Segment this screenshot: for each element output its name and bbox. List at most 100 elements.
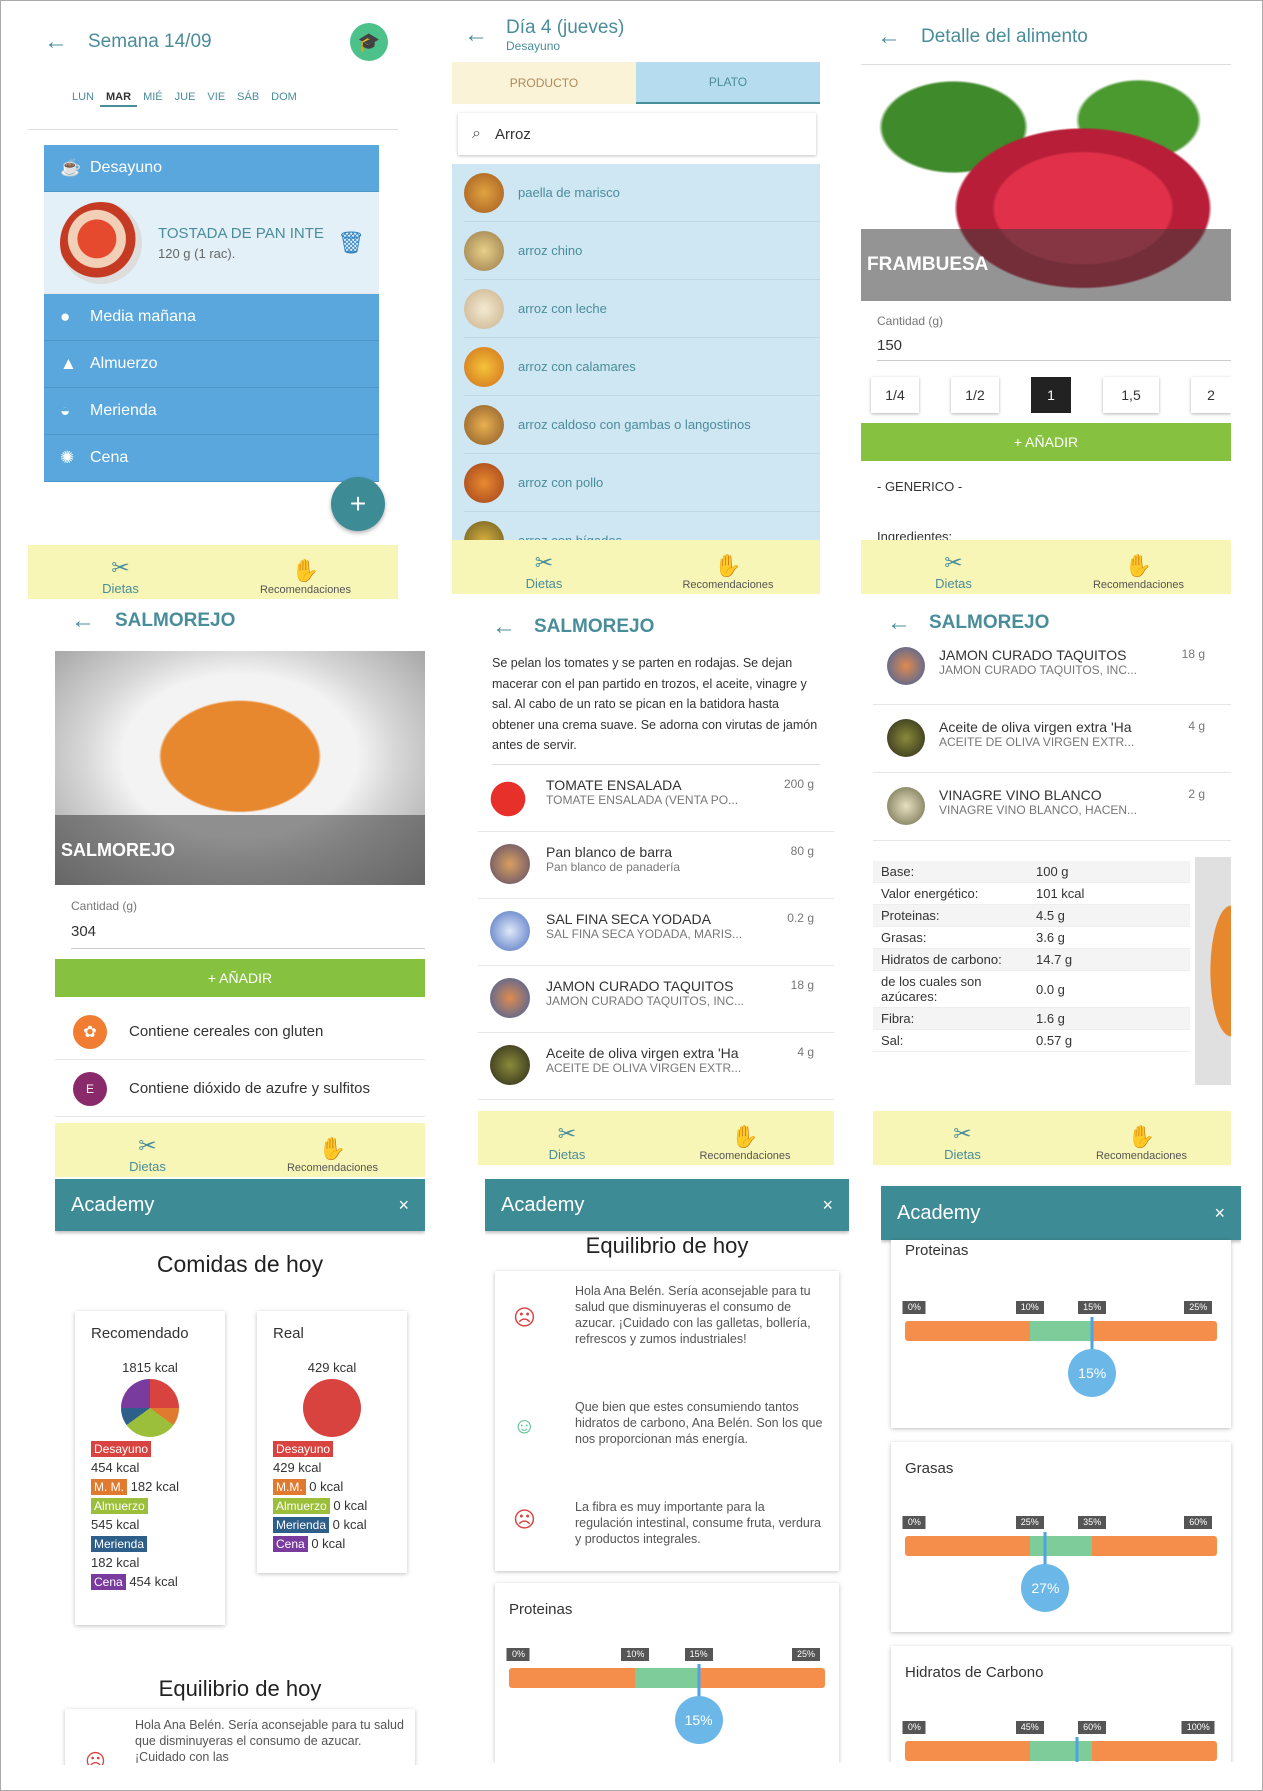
meal-badge: M.M. <box>273 1479 306 1495</box>
card-title: Recomendado <box>91 1325 189 1342</box>
list-item[interactable]: arroz con calamares <box>464 338 820 396</box>
back-arrow-icon[interactable]: ← <box>881 609 917 637</box>
portion-button[interactable]: 1/4 <box>871 377 919 413</box>
nav-recomendaciones[interactable]: ✋ Recomendaciones <box>656 1111 834 1165</box>
tab-plato[interactable]: PLATO <box>636 62 820 104</box>
target-range <box>1029 1536 1093 1556</box>
tab-day-jue[interactable]: JUE <box>169 89 202 107</box>
nav-recomendaciones[interactable]: ✋ Recomendaciones <box>213 545 398 599</box>
ingredient-thumbnail <box>490 978 530 1018</box>
close-icon[interactable]: × <box>1214 1203 1225 1224</box>
tab-day-mie[interactable]: MIÉ <box>137 89 169 107</box>
portion-button[interactable]: 1/2 <box>951 377 999 413</box>
back-arrow-icon[interactable]: ← <box>486 613 522 641</box>
list-item[interactable]: arroz caldoso con gambas o langostinos <box>464 396 820 454</box>
nav-dietas[interactable]: ✂ Dietas <box>28 545 213 599</box>
page-title: SALMOREJO <box>534 616 655 637</box>
list-item[interactable]: arroz con pollo <box>464 454 820 512</box>
list-item[interactable]: SAL FINA SECA YODADA SAL FINA SECA YODADA… <box>478 899 834 966</box>
list-item[interactable]: JAMON CURADO TAQUITOS JAMON CURADO TAQUIT… <box>478 966 834 1033</box>
nav-dietas[interactable]: ✂ Dietas <box>861 540 1046 594</box>
tab-day-lun[interactable]: LUN <box>66 89 100 107</box>
list-item[interactable]: JAMON CURADO TAQUITOS JAMON CURADO TAQUIT… <box>873 645 1231 705</box>
list-item[interactable]: paella de marisco <box>464 164 820 222</box>
academy-cap-icon[interactable]: 🎓 <box>350 23 388 61</box>
tab-day-dom[interactable]: DOM <box>265 89 303 107</box>
generic-label: - GENERICO - <box>877 479 963 494</box>
hand-icon: ✋ <box>714 553 742 578</box>
cutlery-icon: ✂ <box>534 550 554 575</box>
bottom-nav: ✂ Dietas ✋ Recomendaciones <box>873 1111 1231 1165</box>
close-icon[interactable]: × <box>398 1195 409 1216</box>
back-arrow-icon[interactable]: ← <box>871 23 907 51</box>
add-button[interactable]: + AÑADIR <box>861 423 1231 461</box>
nav-dietas[interactable]: ✂ Dietas <box>55 1123 240 1177</box>
dish-name: arroz con leche <box>518 301 607 316</box>
back-arrow-icon[interactable]: ← <box>458 21 494 49</box>
list-item[interactable]: VINAGRE VINO BLANCO VINAGRE VINO BLANCO, … <box>873 773 1231 841</box>
meal-almuerzo[interactable]: ▲ Almuerzo <box>44 341 379 388</box>
nav-label: Recomendaciones <box>286 1162 379 1174</box>
qty-input[interactable]: 150 <box>877 337 1231 361</box>
tip-text: Que bien que estes consumiendo tantos hi… <box>575 1400 823 1446</box>
list-item[interactable]: arroz con leche <box>464 280 820 338</box>
dish-thumbnail <box>464 346 504 387</box>
add-button[interactable]: + AÑADIR <box>55 959 425 997</box>
allergen-row: ✿ Contiene cereales con gluten <box>55 1004 425 1060</box>
search-input[interactable]: Arroz <box>495 126 531 143</box>
add-fab-button[interactable]: + <box>331 477 385 531</box>
nav-dietas[interactable]: ✂ Dietas <box>873 1111 1052 1165</box>
list-item[interactable]: Pan blanco de barra Pan blanco de panader… <box>478 832 834 899</box>
qty-input[interactable]: 304 <box>71 923 425 949</box>
nav-label: Recomendaciones <box>1092 579 1185 591</box>
nav-dietas[interactable]: ✂ Dietas <box>452 540 636 594</box>
tab-day-sab[interactable]: SÁB <box>231 89 265 107</box>
cutlery-icon: ✂ <box>138 1133 157 1158</box>
allergen-label: Contiene dióxido de azufre y sulfitos <box>129 1080 370 1097</box>
tab-day-mar[interactable]: MAR <box>100 89 138 107</box>
ingredient-desc: VINAGRE VINO BLANCO, HACEN... <box>939 803 1138 817</box>
cell: 0.57 g <box>1028 1029 1190 1052</box>
nav-recomendaciones[interactable]: ✋ Recomendaciones <box>1052 1111 1231 1165</box>
tips-card: ☹ Hola Ana Belén. Sería aconsejable para… <box>495 1271 839 1571</box>
back-arrow-icon[interactable]: ← <box>38 28 74 56</box>
nutrition-table: Base: 100 g Valor energético: 101 kcal Pro… <box>873 861 1190 1052</box>
table-row: Base: 100 g <box>873 861 1190 883</box>
portion-button[interactable]: 2 <box>1191 377 1231 413</box>
ingredient-thumbnail <box>490 844 530 884</box>
progress-label: Hidratos de Carbono <box>905 1664 1044 1681</box>
list-item[interactable]: arroz chino <box>464 222 820 280</box>
cell: Valor energético: <box>873 882 1028 905</box>
meal-label: Desayuno <box>90 159 163 176</box>
nav-dietas[interactable]: ✂ Dietas <box>478 1111 656 1165</box>
page-subtitle: Desayuno <box>506 39 561 53</box>
trash-icon[interactable]: 🗑 <box>337 230 365 256</box>
dish-thumbnail <box>464 230 504 271</box>
tab-producto[interactable]: PRODUCTO <box>452 62 636 104</box>
dish-name: arroz caldoso con gambas o langostinos <box>518 417 751 432</box>
nav-recomendaciones[interactable]: ✋ Recomendaciones <box>636 540 820 594</box>
dish-name: arroz con calamares <box>518 359 636 374</box>
nav-recomendaciones[interactable]: ✋ Recomendaciones <box>240 1123 425 1177</box>
bottom-nav: ✂ Dietas ✋ Recomendaciones <box>478 1111 834 1165</box>
table-row: Grasas: 3.6 g <box>873 926 1190 949</box>
nav-recomendaciones[interactable]: ✋ Recomendaciones <box>1046 540 1231 594</box>
list-item[interactable]: Aceite de oliva virgen extra 'Ha ACEITE D… <box>478 1033 834 1100</box>
ingredient-qty: 18 g <box>790 978 814 992</box>
meal-media-manana[interactable]: ● Media mañana <box>44 294 379 341</box>
portion-button[interactable]: 1,5 <box>1103 377 1159 413</box>
meal-desayuno[interactable]: ☕ Desayuno <box>44 145 379 192</box>
close-icon[interactable]: × <box>822 1195 833 1216</box>
header: ← SALMOREJO <box>478 599 834 655</box>
progress-bar: 0% 25% 35% 60% 27% <box>902 1516 1217 1612</box>
meal-badge: Merienda <box>91 1536 148 1552</box>
list-item[interactable]: Aceite de oliva virgen extra 'Ha ACEITE D… <box>873 705 1231 773</box>
portion-button-selected[interactable]: 1 <box>1031 377 1071 413</box>
meal-item[interactable]: TOSTADA DE PAN INTE 120 g (1 rac). 🗑 <box>44 192 379 294</box>
tab-day-vie[interactable]: VIE <box>201 89 231 107</box>
back-arrow-icon[interactable]: ← <box>65 607 101 635</box>
tip-text: Hola Ana Belén. Sería aconsejable para t… <box>135 1718 404 1764</box>
meal-cena[interactable]: ✺ Cena <box>44 435 379 482</box>
list-item[interactable]: TOMATE ENSALADA TOMATE ENSALADA (VENTA PO… <box>478 765 834 832</box>
meal-merienda[interactable]: ◒ Merienda <box>44 388 379 435</box>
